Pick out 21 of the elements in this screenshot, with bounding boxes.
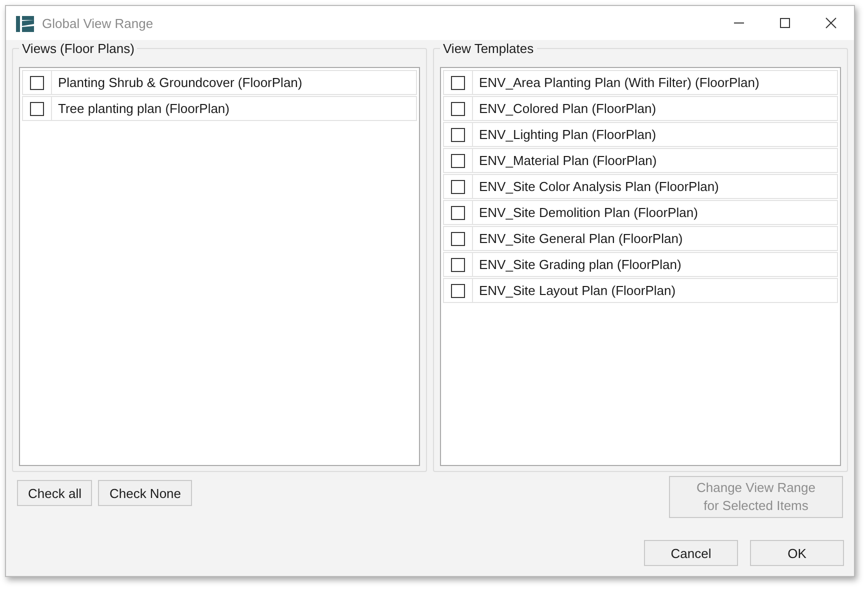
maximize-icon[interactable]: [779, 17, 791, 29]
checkbox[interactable]: [451, 180, 465, 194]
check-button[interactable]: Check all: [17, 480, 92, 506]
checkbox[interactable]: [451, 76, 465, 90]
checkbox[interactable]: [30, 102, 44, 116]
checkbox[interactable]: [30, 76, 44, 90]
group-label: Views (Floor Plans): [19, 41, 138, 56]
checkbox[interactable]: [451, 206, 465, 220]
group-label: View Templates: [440, 41, 537, 56]
checkbox[interactable]: [451, 284, 465, 298]
checkbox[interactable]: [451, 102, 465, 116]
checkbox[interactable]: [451, 258, 465, 272]
cancel-button[interactable]: Cancel: [644, 540, 738, 566]
window-title: Global View Range: [42, 16, 154, 30]
ok-button[interactable]: OK: [750, 540, 844, 566]
check-button[interactable]: Check None: [98, 480, 192, 506]
checkbox[interactable]: [451, 128, 465, 142]
close-icon[interactable]: [825, 17, 837, 29]
logo-icon: [16, 14, 34, 32]
checkbox[interactable]: [451, 154, 465, 168]
checkbox[interactable]: [451, 232, 465, 246]
